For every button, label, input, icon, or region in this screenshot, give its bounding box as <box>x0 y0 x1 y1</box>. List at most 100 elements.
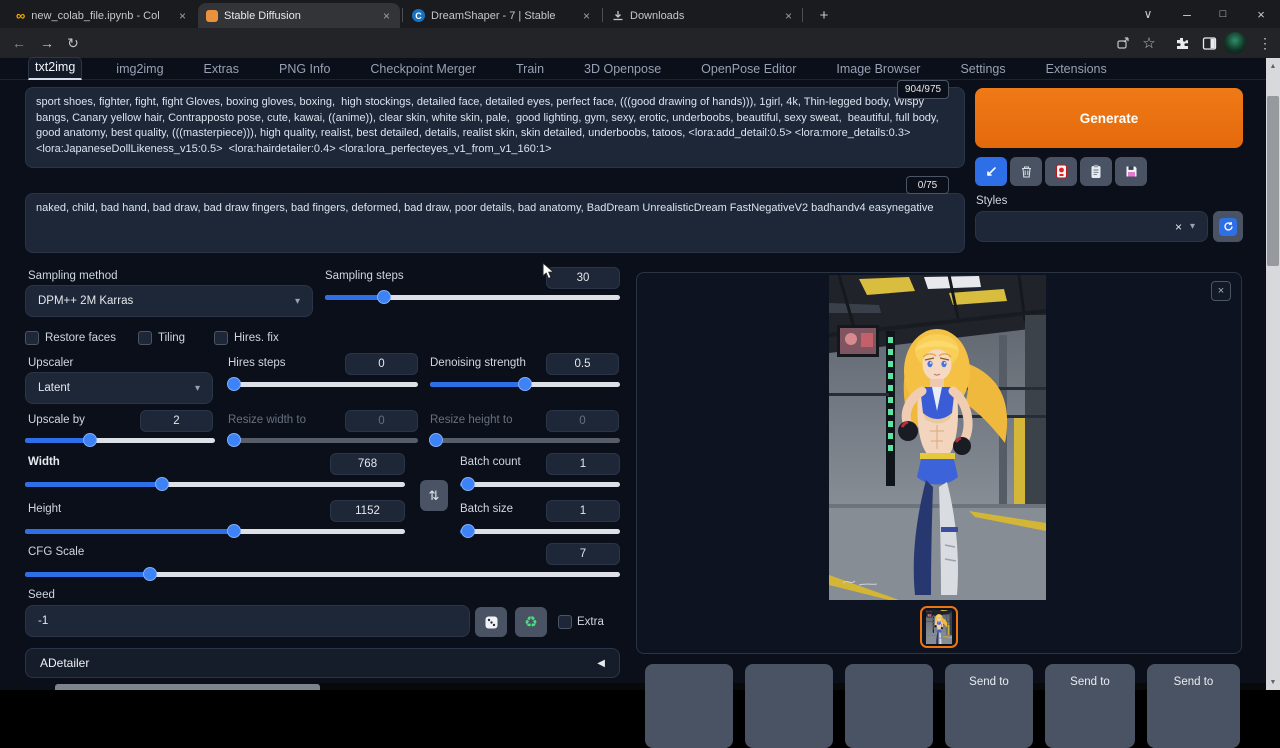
cfg-scale-input[interactable] <box>546 543 620 565</box>
sampling-method-dropdown[interactable]: DPM++ 2M Karras ▾ <box>25 285 313 317</box>
browser-tab-colab[interactable]: ∞ new_colab_file.ipynb - Colaborat × <box>8 3 196 28</box>
share-icon[interactable] <box>1112 32 1134 54</box>
denoising-input[interactable] <box>546 353 619 375</box>
sampling-steps-slider[interactable] <box>325 290 620 304</box>
tab-txt2img[interactable]: txt2img <box>28 57 82 80</box>
upscale-by-slider[interactable] <box>25 433 215 447</box>
sampling-steps-input[interactable] <box>546 267 620 289</box>
scroll-down-icon[interactable]: ▼ <box>1266 674 1280 690</box>
browser-tab-stable-diffusion[interactable]: Stable Diffusion × <box>198 3 400 28</box>
slider-handle[interactable] <box>227 524 241 538</box>
sidebar-panel-icon[interactable] <box>1198 32 1220 54</box>
avatar[interactable] <box>1224 32 1246 54</box>
maximize-button[interactable]: □ <box>1208 0 1238 28</box>
restore-faces-checkbox[interactable] <box>25 331 39 345</box>
slider-handle[interactable] <box>461 477 475 491</box>
close-icon[interactable]: × <box>783 9 794 23</box>
batch-size-input[interactable] <box>546 500 620 522</box>
kebab-menu-icon[interactable]: ⋮ <box>1254 32 1276 54</box>
apply-styles-button[interactable] <box>1080 157 1112 186</box>
forward-icon[interactable]: → <box>36 32 58 54</box>
slider-handle[interactable] <box>83 433 97 447</box>
scroll-up-icon[interactable]: ▲ <box>1266 58 1280 74</box>
slider-handle[interactable] <box>518 377 532 391</box>
tab-search-chevron-icon[interactable]: ∨ <box>1133 0 1163 28</box>
width-input[interactable] <box>330 453 405 475</box>
width-slider[interactable] <box>25 477 405 491</box>
send-button-3[interactable] <box>845 664 933 748</box>
image-close-button[interactable]: × <box>1211 281 1231 301</box>
extra-networks-button[interactable] <box>1045 157 1077 186</box>
slider-handle[interactable] <box>461 524 475 538</box>
window-close-button[interactable]: × <box>1246 0 1276 28</box>
close-icon[interactable]: × <box>581 9 592 23</box>
paste-generation-params-button[interactable] <box>975 157 1007 186</box>
refresh-styles-button[interactable] <box>1213 211 1243 242</box>
height-input[interactable] <box>330 500 405 522</box>
save-style-button[interactable] <box>1115 157 1147 186</box>
send-to-img2img-button[interactable]: Send to <box>945 664 1033 748</box>
prompt-input[interactable]: sport shoes, fighter, fight, fight Glove… <box>25 87 965 168</box>
browser-tab-dreamshaper[interactable]: C DreamShaper - 7 | Stable Diffusio × <box>404 3 600 28</box>
seed-input[interactable] <box>25 605 470 637</box>
tab-extras[interactable]: Extras <box>198 60 245 80</box>
back-icon[interactable]: ← <box>8 32 30 54</box>
close-icon[interactable]: × <box>177 9 188 23</box>
chevron-down-icon[interactable]: ▾ <box>1190 221 1195 232</box>
tab-checkpoint-merger[interactable]: Checkpoint Merger <box>364 60 482 80</box>
denoising-slider[interactable] <box>430 377 620 391</box>
random-seed-button[interactable] <box>475 607 507 637</box>
tab-png-info[interactable]: PNG Info <box>273 60 336 80</box>
upscaler-dropdown[interactable]: Latent ▾ <box>25 372 213 404</box>
adetailer-accordion[interactable]: ADetailer ◀ <box>25 648 620 678</box>
clear-prompt-button[interactable] <box>1010 157 1042 186</box>
resize-width-input[interactable] <box>345 410 418 432</box>
tab-3d-openpose[interactable]: 3D Openpose <box>578 60 667 80</box>
batch-size-slider[interactable] <box>460 524 620 538</box>
tab-img2img[interactable]: img2img <box>110 60 169 80</box>
tab-train[interactable]: Train <box>510 60 550 80</box>
styles-dropdown[interactable]: × ▾ <box>975 211 1208 242</box>
extensions-puzzle-icon[interactable] <box>1170 32 1192 54</box>
swap-dimensions-button[interactable]: ⇅ <box>420 480 448 511</box>
cfg-scale-slider[interactable] <box>25 567 620 581</box>
send-to-inpaint-button[interactable]: Send to <box>1045 664 1135 748</box>
extra-seed-checkbox[interactable] <box>558 615 572 629</box>
scrollbar-thumb[interactable] <box>1267 96 1279 266</box>
close-icon[interactable]: × <box>381 9 392 23</box>
hires-steps-slider[interactable] <box>228 377 418 391</box>
tiling-checkbox[interactable] <box>138 331 152 345</box>
negative-prompt-input[interactable]: naked, child, bad hand, bad draw, bad dr… <box>25 193 965 253</box>
reload-icon[interactable]: ↻ <box>62 32 84 54</box>
clear-styles-icon[interactable]: × <box>1175 220 1182 234</box>
hires-steps-input[interactable] <box>345 353 418 375</box>
minimize-button[interactable]: – <box>1172 0 1202 28</box>
hires-fix-checkbox[interactable] <box>214 331 228 345</box>
reuse-seed-button[interactable]: ♻ <box>515 607 547 637</box>
resize-height-slider[interactable] <box>430 433 620 447</box>
slider-handle[interactable] <box>377 290 391 304</box>
slider-handle[interactable] <box>227 377 241 391</box>
slider-handle[interactable] <box>429 433 443 447</box>
bookmark-star-icon[interactable]: ☆ <box>1138 32 1160 54</box>
new-tab-button[interactable]: + <box>810 3 838 28</box>
tab-extensions[interactable]: Extensions <box>1040 60 1113 80</box>
batch-count-input[interactable] <box>546 453 620 475</box>
slider-handle[interactable] <box>155 477 169 491</box>
browser-tab-downloads[interactable]: Downloads × <box>604 3 802 28</box>
save-button[interactable] <box>645 664 733 748</box>
slider-handle[interactable] <box>227 433 241 447</box>
slider-handle[interactable] <box>143 567 157 581</box>
resize-width-slider[interactable] <box>228 433 418 447</box>
tab-image-browser[interactable]: Image Browser <box>830 60 926 80</box>
height-slider[interactable] <box>25 524 405 538</box>
tab-openpose-editor[interactable]: OpenPose Editor <box>695 60 802 80</box>
zip-button[interactable] <box>745 664 833 748</box>
batch-count-slider[interactable] <box>460 477 620 491</box>
generated-image[interactable] <box>829 275 1046 600</box>
gallery-thumbnail[interactable] <box>920 606 958 648</box>
upscale-by-input[interactable] <box>140 410 213 432</box>
generate-button[interactable]: Generate <box>975 88 1243 148</box>
resize-height-input[interactable] <box>546 410 619 432</box>
send-to-extras-button[interactable]: Send to <box>1147 664 1240 748</box>
